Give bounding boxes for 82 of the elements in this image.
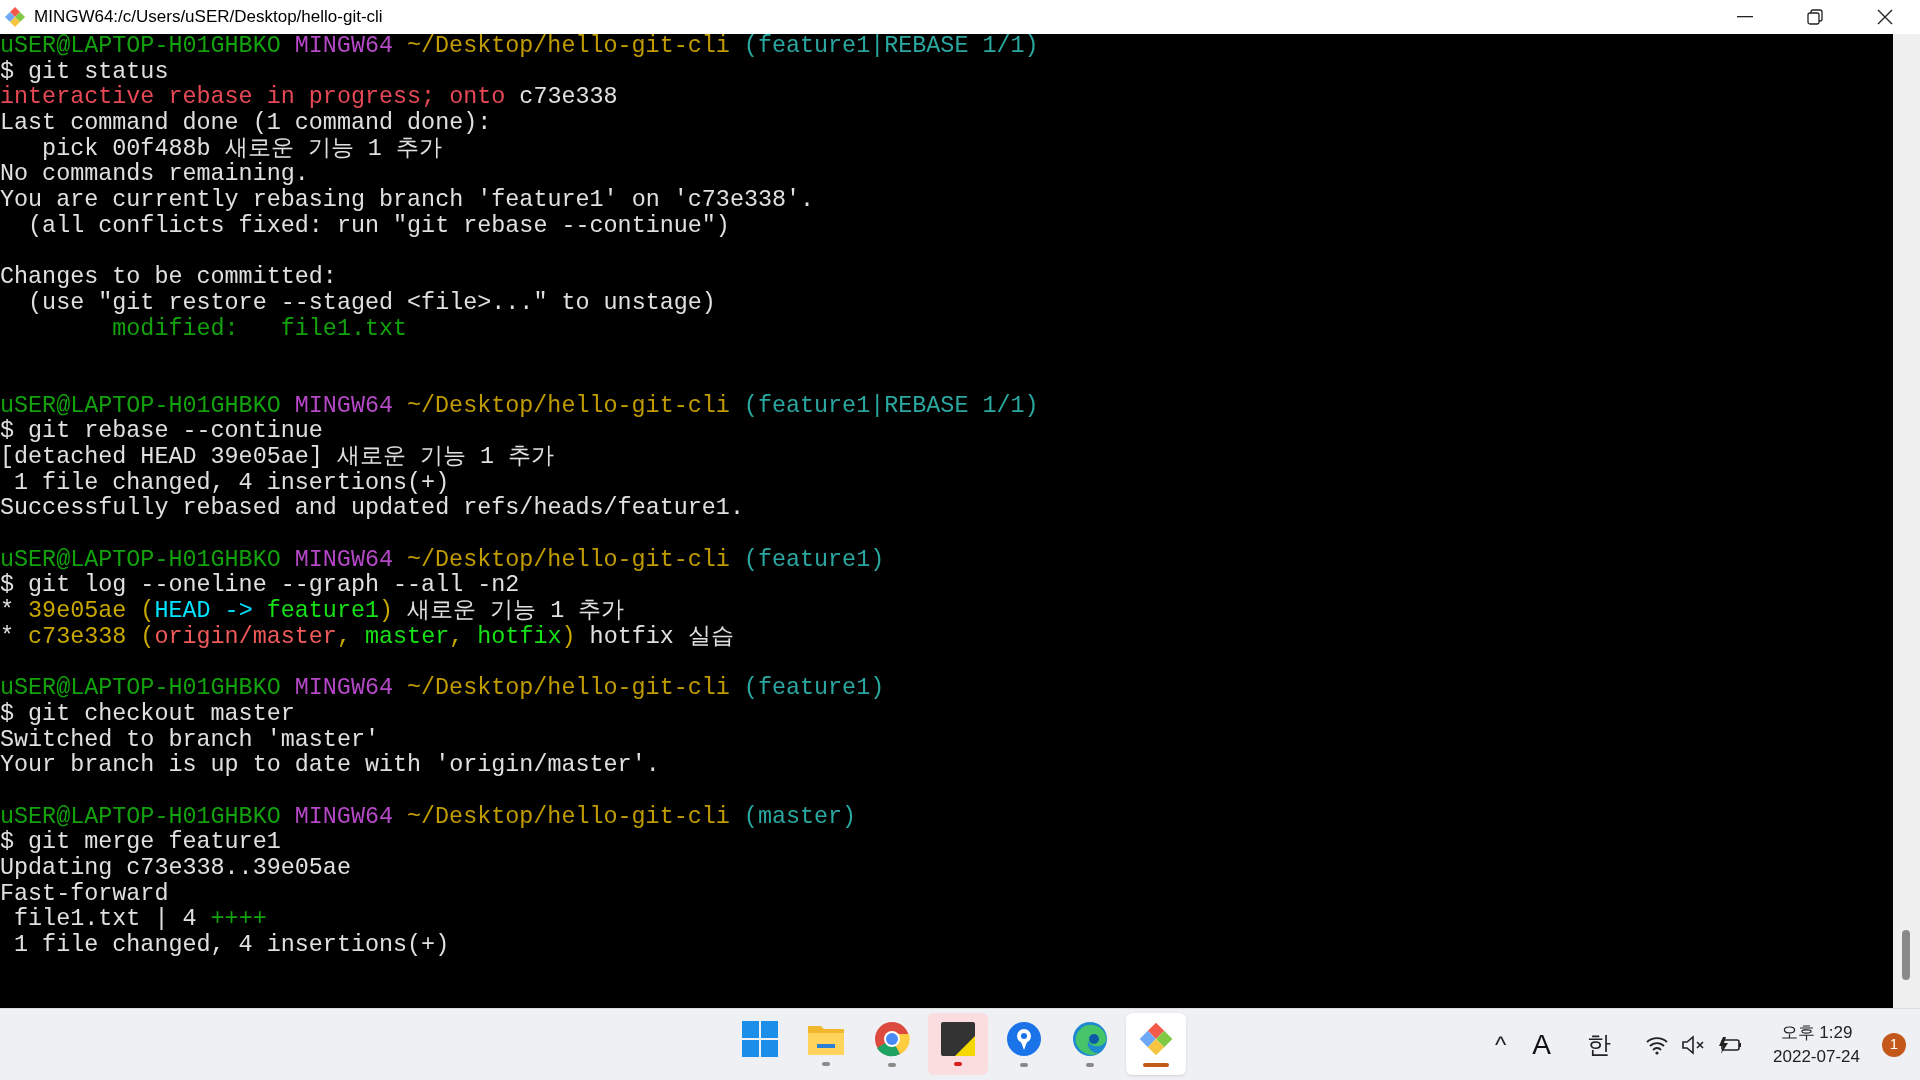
battery-charging-icon[interactable]	[1717, 1034, 1744, 1055]
terminal-text: 1 file changed, 4 insertions(+)	[13, 469, 450, 496]
prompt-user: uSER@LAPTOP-H01GHBKO	[0, 547, 281, 573]
terminal-text: hotfix	[477, 623, 562, 650]
taskbar-app-button[interactable]	[928, 1013, 988, 1075]
terminal-text: pick 00f488b 새로운 기능 1 추가	[41, 135, 442, 162]
terminal-text: Switched to branch 'master'	[0, 726, 379, 753]
taskbar-app-button[interactable]	[1126, 1013, 1186, 1075]
scrollbar-thumb[interactable]	[1902, 930, 1910, 980]
close-icon	[1877, 9, 1893, 25]
terminal-text: ++++	[210, 906, 267, 933]
terminal-text: Fast-forward	[0, 880, 169, 907]
terminal-text: Updating c73e338..39e05ae	[0, 855, 351, 881]
input-mode-indicator[interactable]: A	[1532, 1023, 1552, 1066]
terminal-text: *	[0, 623, 16, 650]
terminal-text: ,	[449, 623, 465, 650]
wifi-icon[interactable]	[1645, 1034, 1670, 1055]
terminal-text: No commands remaining.	[0, 161, 309, 188]
prompt-shell: MINGW64	[294, 393, 393, 419]
terminal-text: $ git merge feature1	[0, 829, 281, 856]
terminal-text: ,	[336, 623, 352, 650]
prompt-shell: MINGW64	[294, 804, 393, 831]
prompt-branch: (master)	[743, 804, 857, 831]
terminal-text: master	[365, 623, 450, 650]
terminal-text: hotfix 실습	[588, 623, 734, 650]
prompt-shell: MINGW64	[294, 676, 393, 702]
notification-count-badge[interactable]: 1	[1882, 1032, 1906, 1057]
terminal-text: $ git checkout master	[0, 700, 295, 727]
wave-circle-icon	[1072, 1021, 1108, 1057]
prompt-path: ~/Desktop/hello-git-cli	[407, 393, 730, 420]
terminal-text: modified: file1.txt	[111, 315, 408, 342]
terminal-text: 새로운 기능 1 추가	[406, 598, 625, 625]
terminal-text: c73e338 (	[28, 623, 155, 650]
git-diamond-icon	[4, 6, 26, 28]
terminal-text: 1 file changed, 4 insertions(+)	[13, 932, 450, 959]
prompt-path: ~/Desktop/hello-git-cli	[407, 676, 730, 702]
prompt-shell: MINGW64	[294, 547, 393, 573]
prompt-user: uSER@LAPTOP-H01GHBKO	[0, 34, 281, 60]
minimize-icon	[1737, 16, 1753, 18]
terminal-text: Successfully rebased and updated refs/heads/feature1.	[0, 495, 744, 522]
show-hidden-icons-button[interactable]: ^	[1495, 1026, 1507, 1063]
prompt-branch: (feature1|REBASE 1/1)	[743, 393, 1039, 420]
prompt-branch: (feature1)	[743, 547, 885, 574]
browser-icon	[874, 1021, 910, 1057]
git-diamond-icon	[1138, 1021, 1174, 1057]
terminal-text: $ git status	[0, 58, 169, 85]
prompt-branch: (feature1|REBASE 1/1)	[743, 34, 1039, 60]
terminal-text: origin/master	[154, 623, 337, 650]
restore-icon	[1807, 9, 1823, 25]
terminal-text: (all conflicts fixed: run "git rebase --continue")	[27, 212, 730, 239]
terminal-text: *	[0, 598, 16, 625]
prompt-path: ~/Desktop/hello-git-cli	[407, 547, 730, 573]
terminal-text: Last command done (1 command done):	[0, 110, 492, 137]
terminal-text: interactive rebase in progress; onto	[0, 84, 507, 111]
terminal-text: )	[379, 598, 394, 625]
terminal-text: $ git log --oneline --graph --all -n2	[0, 572, 520, 599]
sticky-note-icon	[941, 1022, 975, 1056]
terminal-text: file1.txt | 4	[13, 906, 198, 933]
prompt-user: uSER@LAPTOP-H01GHBKO	[0, 676, 281, 702]
language-indicator[interactable]: 한	[1587, 1026, 1612, 1063]
prompt-path: ~/Desktop/hello-git-cli	[407, 34, 730, 60]
windows-logo-icon	[742, 1021, 778, 1057]
window-title: MINGW64:/c/Users/uSER/Desktop/hello-git-cli	[34, 6, 383, 29]
prompt-path: ~/Desktop/hello-git-cli	[407, 804, 730, 831]
terminal-text: You are currently rebasing branch 'feature1' on 'c73e338'.	[0, 187, 815, 214]
terminal-text: Your branch is up to date with 'origin/master'.	[0, 752, 660, 779]
location-pin-icon	[1006, 1021, 1042, 1057]
prompt-user: uSER@LAPTOP-H01GHBKO	[0, 804, 281, 830]
clock-time[interactable]: 오후 1:29	[1780, 1020, 1853, 1045]
clock-date[interactable]: 2022-07-24	[1773, 1044, 1860, 1069]
terminal-text: $ git rebase --continue	[0, 418, 323, 445]
terminal-text: )	[561, 623, 576, 650]
terminal-text: c73e338	[519, 84, 618, 111]
prompt-shell: MINGW64	[294, 34, 393, 60]
terminal-text: HEAD ->	[154, 598, 254, 625]
terminal-text: (use "git restore --staged <file>..." to unstage)	[27, 289, 716, 316]
prompt-user: uSER@LAPTOP-H01GHBKO	[0, 393, 281, 419]
terminal-text: [detached HEAD 39e05ae] 새로운 기능 1 추가	[0, 444, 555, 470]
terminal-text: 39e05ae (	[28, 598, 155, 625]
prompt-branch: (feature1)	[743, 676, 885, 702]
terminal-text: feature1	[266, 598, 379, 625]
terminal-text: Changes to be committed:	[0, 264, 337, 291]
